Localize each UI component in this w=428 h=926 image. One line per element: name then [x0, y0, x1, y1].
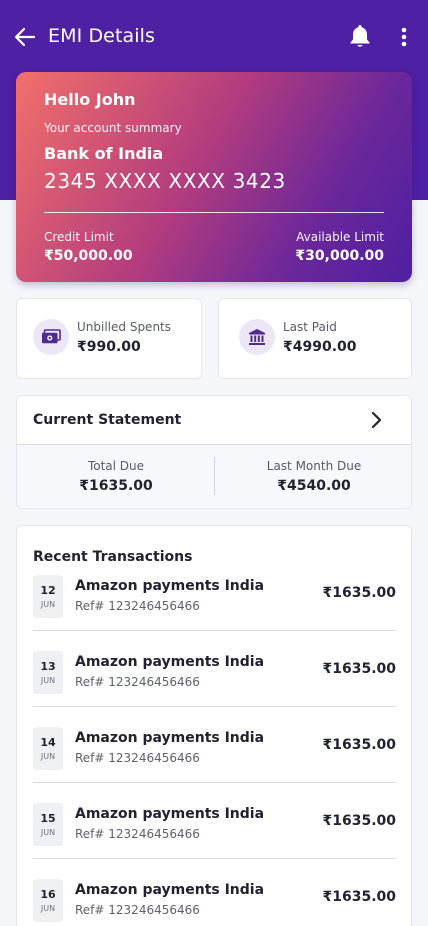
- transaction-ref: Ref# 123246456466: [75, 675, 200, 689]
- transaction-merchant: Amazon payments India: [75, 654, 265, 670]
- account-summary-subtitle: Your account summary: [44, 121, 182, 135]
- card-number: 2345 XXXX XXXX 3423: [44, 169, 286, 193]
- transaction-amount: ₹1635.00: [322, 737, 396, 753]
- total-due-label: Total Due: [87, 459, 145, 473]
- transaction-merchant: Amazon payments India: [75, 730, 265, 746]
- last-month-due-label: Last Month Due: [266, 459, 362, 473]
- transaction-ref: Ref# 123246456466: [75, 903, 200, 917]
- back-button[interactable]: [12, 24, 38, 50]
- transaction-day: 12: [40, 584, 56, 597]
- transaction-merchant: Amazon payments India: [75, 806, 265, 822]
- recent-transactions-title: Recent Transactions: [33, 549, 193, 565]
- available-limit-label: Available Limit: [296, 230, 384, 244]
- recent-transactions-panel: Recent Transactions 12 JUN Amazon paymen…: [16, 525, 412, 926]
- transaction-date-badge: 12 JUN: [33, 575, 63, 618]
- page-title: EMI Details: [48, 25, 156, 47]
- transaction-ref: Ref# 123246456466: [75, 751, 200, 765]
- bank-icon: [239, 319, 275, 355]
- transaction-month: JUN: [40, 904, 56, 913]
- last-month-due-value: ₹4540.00: [277, 478, 351, 494]
- credit-limit-value: ₹50,000.00: [44, 248, 133, 264]
- transaction-row[interactable]: 15 JUN Amazon payments India Ref# 123246…: [33, 803, 396, 879]
- transaction-date-badge: 15 JUN: [33, 803, 63, 846]
- transaction-month: JUN: [40, 752, 56, 761]
- transaction-amount: ₹1635.00: [322, 813, 396, 829]
- transaction-row[interactable]: 13 JUN Amazon payments India Ref# 123246…: [33, 651, 396, 727]
- last-paid-value: ₹4990.00: [283, 339, 357, 355]
- unbilled-spents-value: ₹990.00: [77, 339, 141, 355]
- greeting: Hello John: [44, 90, 136, 109]
- transaction-divider: [33, 630, 396, 631]
- current-statement-card: Current Statement Total Due ₹1635.00 Las…: [16, 395, 412, 509]
- transaction-row[interactable]: 12 JUN Amazon payments India Ref# 123246…: [33, 575, 396, 651]
- bank-name: Bank of India: [44, 144, 164, 163]
- transaction-day: 16: [40, 888, 56, 901]
- transaction-date-badge: 16 JUN: [33, 879, 63, 922]
- last-paid-card[interactable]: Last Paid ₹4990.00: [218, 298, 412, 379]
- transaction-month: JUN: [40, 600, 56, 609]
- transaction-merchant: Amazon payments India: [75, 578, 265, 594]
- transaction-amount: ₹1635.00: [322, 661, 396, 677]
- transaction-day: 13: [40, 660, 56, 673]
- current-statement-body: Total Due ₹1635.00 Last Month Due ₹4540.…: [17, 445, 411, 508]
- transaction-date-badge: 14 JUN: [33, 727, 63, 770]
- transaction-month: JUN: [40, 828, 56, 837]
- transaction-ref: Ref# 123246456466: [75, 827, 200, 841]
- available-limit-value: ₹30,000.00: [295, 248, 384, 264]
- last-month-due-column: Last Month Due ₹4540.00: [215, 445, 411, 508]
- transaction-divider: [33, 706, 396, 707]
- transaction-merchant: Amazon payments India: [75, 882, 265, 898]
- transaction-divider: [33, 858, 396, 859]
- transaction-day: 14: [40, 736, 56, 749]
- chevron-right-icon: [371, 411, 382, 429]
- current-statement-title: Current Statement: [33, 412, 182, 428]
- last-paid-label: Last Paid: [283, 320, 337, 334]
- total-due-value: ₹1635.00: [79, 478, 153, 494]
- transaction-day: 15: [40, 812, 56, 825]
- notifications-button[interactable]: [347, 22, 373, 50]
- transaction-amount: ₹1635.00: [322, 889, 396, 905]
- transaction-amount: ₹1635.00: [322, 585, 396, 601]
- account-summary-card: Hello John Your account summary Bank of …: [16, 72, 412, 282]
- unbilled-spents-card[interactable]: Unbilled Spents ₹990.00: [16, 298, 202, 379]
- arrow-left-icon: [14, 27, 36, 47]
- unbilled-spents-label: Unbilled Spents: [77, 320, 172, 334]
- credit-limit-label: Credit Limit: [44, 230, 114, 244]
- top-app-bar: EMI Details: [0, 0, 428, 72]
- transaction-date-badge: 13 JUN: [33, 651, 63, 694]
- transaction-ref: Ref# 123246456466: [75, 599, 200, 613]
- more-vertical-icon: [401, 27, 407, 47]
- transaction-month: JUN: [40, 676, 56, 685]
- cash-icon: [33, 319, 69, 355]
- transaction-row[interactable]: 16 JUN Amazon payments India Ref# 123246…: [33, 879, 396, 926]
- more-options-button[interactable]: [394, 24, 414, 50]
- transaction-row[interactable]: 14 JUN Amazon payments India Ref# 123246…: [33, 727, 396, 803]
- current-statement-header[interactable]: Current Statement: [17, 396, 411, 445]
- total-due-column: Total Due ₹1635.00: [17, 445, 215, 508]
- bell-icon: [350, 25, 370, 47]
- transaction-divider: [33, 782, 396, 783]
- card-divider: [44, 212, 384, 213]
